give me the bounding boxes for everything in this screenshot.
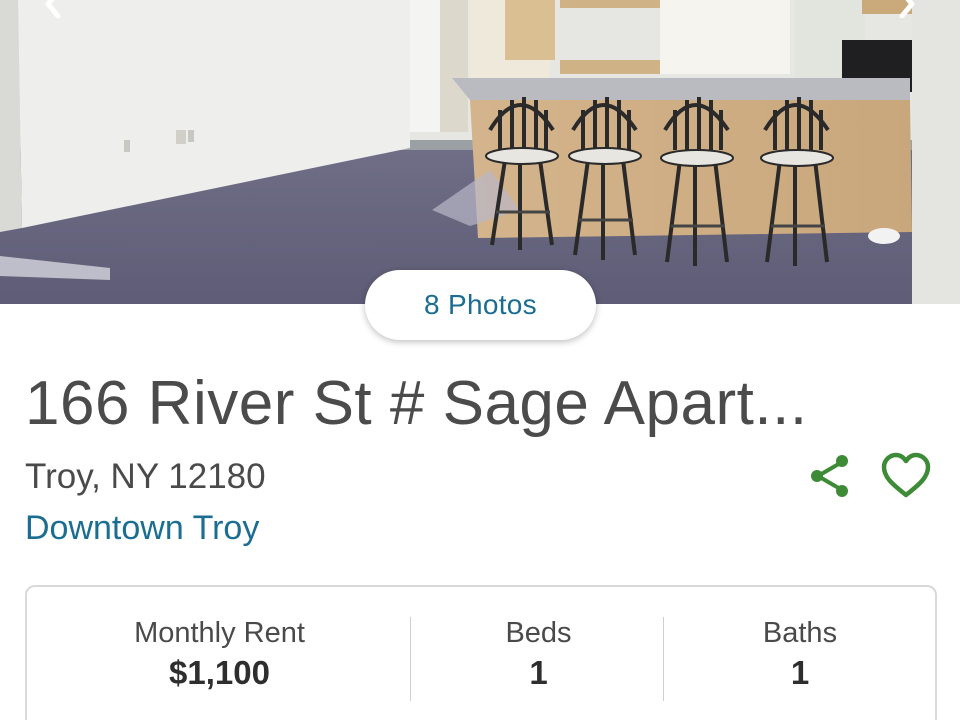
listing-photo[interactable]	[0, 0, 960, 304]
monthly-rent-value: $1,100	[169, 654, 270, 691]
baths-stat: Baths 1	[665, 615, 935, 695]
heart-outline-icon	[881, 452, 931, 498]
listing-address: Troy, NY 12180	[25, 457, 266, 496]
monthly-rent-stat: Monthly Rent $1,100	[27, 615, 412, 695]
next-photo-button[interactable]	[888, 0, 928, 18]
listing-summary-card: Monthly Rent $1,100 Beds 1 Baths 1	[25, 585, 937, 720]
neighborhood-link[interactable]: Downtown Troy	[25, 507, 259, 549]
baths-label: Baths	[762, 617, 838, 649]
listing-title: 166 River St # Sage Apart...	[25, 369, 808, 438]
share-icon	[811, 455, 848, 497]
previous-photo-button[interactable]	[32, 0, 72, 18]
chevron-left-icon	[45, 0, 61, 18]
divider	[410, 617, 411, 701]
beds-value: 1	[529, 654, 548, 691]
baths-value: 1	[790, 654, 810, 691]
kitchen-photo	[0, 0, 960, 304]
photos-count-button[interactable]: 8 Photos	[365, 270, 596, 340]
beds-stat: Beds 1	[412, 615, 665, 695]
monthly-rent-label: Monthly Rent	[134, 617, 305, 649]
favorite-button[interactable]	[880, 452, 932, 500]
divider	[663, 617, 664, 701]
beds-label: Beds	[505, 617, 572, 649]
chevron-right-icon	[899, 0, 915, 18]
share-button[interactable]	[806, 452, 854, 500]
